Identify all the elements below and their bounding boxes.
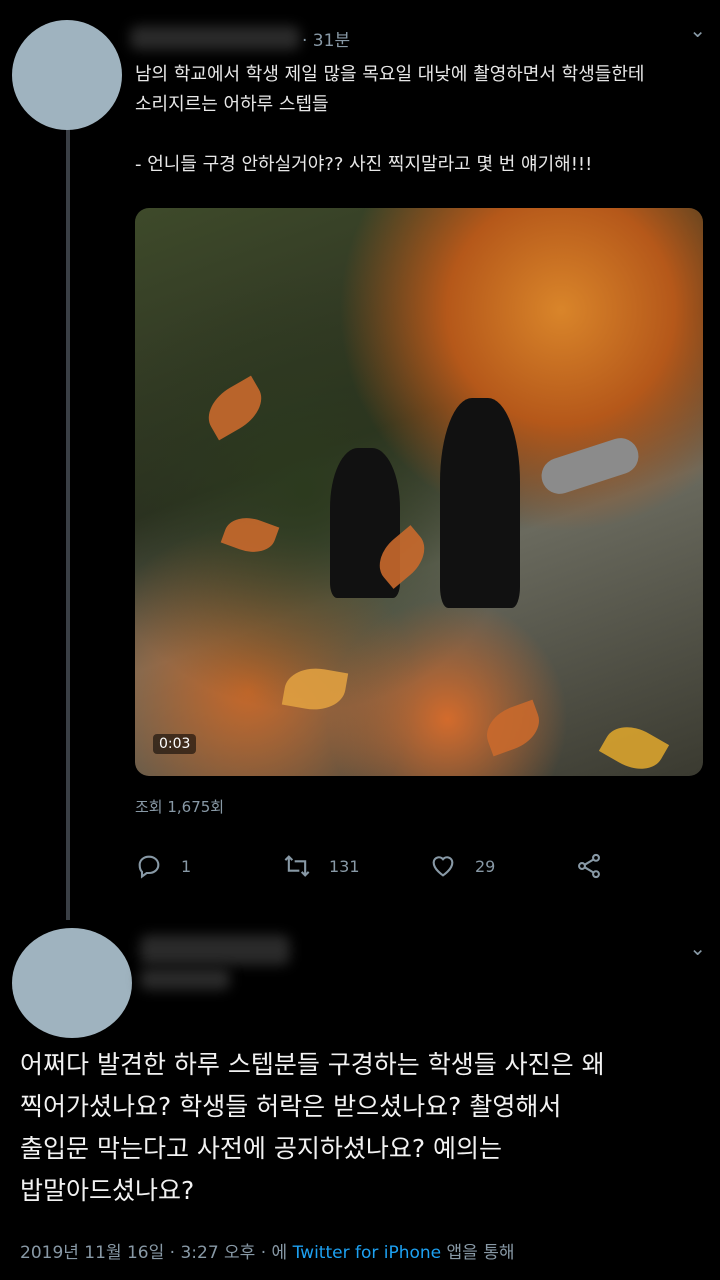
tweet-text: 남의 학교에서 학생 제일 많을 목요일 대낮에 촬영하면서 학생들한테 소리지… (135, 60, 695, 180)
chevron-down-icon[interactable]: ⌄ (689, 936, 706, 960)
leaf (598, 716, 670, 776)
tweet-source-suffix: 앱을 통해 (441, 1243, 515, 1263)
leaf (281, 663, 349, 715)
reply-line: 찍어가셨나요? 학생들 허락은 받으셨나요? 촬영해서 (20, 1092, 562, 1121)
avatar[interactable] (12, 20, 122, 130)
tweet-line: 남의 학교에서 학생 제일 많을 목요일 대낮에 촬영하면서 학생들한테 (135, 64, 645, 85)
retweet-button[interactable]: 131 (283, 852, 360, 880)
video-duration: 0:03 (153, 734, 197, 754)
share-button[interactable] (575, 852, 621, 880)
tweet-line: 소리지르는 어하루 스텝들 (135, 94, 329, 115)
retweet-count: 131 (329, 856, 360, 876)
person-figure (440, 398, 520, 608)
reply-icon (138, 855, 160, 879)
tweet-source-link[interactable]: Twitter for iPhone (293, 1243, 442, 1263)
reply-line: 어쩌다 발견한 하루 스텝분들 구경하는 학생들 사진은 왜 (20, 1050, 605, 1079)
like-icon (432, 856, 454, 877)
video-player[interactable]: 0:03 (135, 208, 703, 776)
tweet-footer: 2019년 11월 16일 · 3:27 오후 · 에 Twitter for … (20, 1238, 515, 1263)
share-icon (578, 853, 600, 879)
tweet-time: · 31분 (302, 31, 351, 51)
leaf (220, 510, 280, 560)
reply-count: 1 (181, 856, 192, 876)
redacted-handle (140, 968, 230, 990)
tweet-date: 2019년 11월 16일 · 3:27 오후 · 에 (20, 1243, 293, 1263)
tweet-line: - 언니들 구경 안하실거야?? 사진 찍지말라고 몇 번 얘기해!!! (135, 154, 593, 175)
reply-button[interactable]: 1 (135, 852, 191, 880)
reply-line: 밥말아드셨나요? (20, 1176, 195, 1205)
redacted-username (130, 26, 300, 50)
chevron-down-icon[interactable]: ⌄ (689, 18, 706, 42)
tweet-actions: 1 131 29 (135, 852, 615, 884)
reply-text: 어쩌다 발견한 하루 스텝분들 구경하는 학생들 사진은 왜 찍어가셨나요? 학… (20, 1044, 700, 1212)
reply-line: 출입문 막는다고 사전에 공지하셨나요? 예의는 (20, 1134, 503, 1163)
leaf (479, 699, 547, 757)
boom-microphone (536, 433, 644, 499)
like-count: 29 (475, 856, 496, 876)
like-button[interactable]: 29 (429, 852, 495, 880)
avatar[interactable] (12, 928, 132, 1038)
thread-line (66, 120, 70, 920)
view-count: 조회 1,675회 (135, 798, 225, 816)
retweet-icon (284, 855, 310, 877)
leaf (199, 375, 271, 441)
tweet-line (135, 120, 695, 150)
redacted-username (140, 935, 290, 965)
